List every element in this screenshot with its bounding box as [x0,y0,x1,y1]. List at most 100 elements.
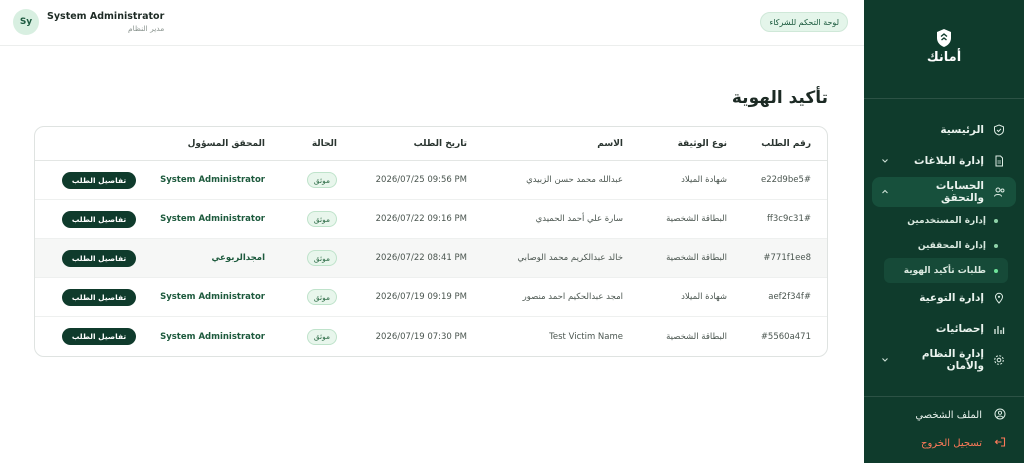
cell-date: 2026/07/22 08:41 PM [375,253,467,263]
page-title: تأكيد الهوية [731,88,828,108]
cell-action: تفاصيل الطلب [62,317,136,356]
avatar: Sy [13,9,39,35]
sidebar-item-profile[interactable]: الملف الشخصي [872,401,1016,429]
cell-doc-type: البطاقة الشخصية [666,331,727,342]
table-row: aef2f34f# شهادة الميلاد امجد عبدالحكيم ا… [35,278,827,317]
sidebar-item-system-security[interactable]: إدارة النظام والأمان [872,345,1016,375]
pin-icon [992,291,1006,305]
cell-name: Test Victim Name [549,331,623,342]
sidebar-subitem-label: إدارة المستخدمين [907,215,986,226]
sidebar-item-label: إدارة البلاغات [914,155,984,167]
header-status: الحالة [311,138,337,149]
cell-name: سارة علي أحمد الحميدي [535,214,623,224]
sidebar: أمانك الرئيسية إدارة البلاغات الحسابات و… [864,0,1024,463]
sidebar-item-label: الرئيسية [940,124,984,136]
shield-logo-icon [937,29,951,47]
cell-request-no: #771f1ee8 [763,253,811,263]
cell-status: موثق [306,239,337,277]
bullet-icon [994,243,998,248]
sidebar-item-awareness[interactable]: إدارة التوعية [872,283,1016,313]
status-badge: موثق [306,211,337,227]
logout-label: تسجيل الخروج [920,437,982,449]
document-icon [992,154,1006,168]
table-header: رقم الطلب نوع الوثيقة الاسم تاريخ الطلب … [35,127,827,161]
cell-verifier: System Administrator [160,175,265,185]
cell-status: موثق [306,200,337,238]
cell-doc-type: البطاقة الشخصية [666,253,727,263]
request-details-button[interactable]: تفاصيل الطلب [62,328,136,345]
cell-status: موثق [306,161,337,199]
cell-verifier: System Administrator [160,214,265,224]
sidebar-item-label: إحصائيات [935,323,984,335]
user-circle-icon [992,408,1006,422]
brand-name: أمانك [926,50,962,65]
sidebar-item-reports[interactable]: إدارة البلاغات [872,146,1016,176]
sidebar-subitem-label: إدارة المحققين [917,240,986,251]
sidebar-subitem-label: طلبات تأكيد الهوية [903,265,986,276]
table-row: #5560a471 البطاقة الشخصية Test Victim Na… [35,317,827,356]
sidebar-subitem-investigators[interactable]: إدارة المحققين [884,233,1008,258]
cell-doc-type: البطاقة الشخصية [666,214,727,224]
cell-name: امجد عبدالحكيم احمد منصور [522,292,623,302]
cell-date: 2026/07/19 07:30 PM [375,331,467,342]
bar-chart-icon [992,322,1006,336]
chevron-up-icon[interactable] [880,187,890,197]
sidebar-subitem-users[interactable]: إدارة المستخدمين [884,208,1008,233]
profile-label: الملف الشخصي [915,409,982,421]
cell-status: موثق [306,278,337,316]
cell-name: خالد عبدالكريم محمد الوصابي [517,253,623,263]
cell-request-no: e22d9be5# [760,175,811,185]
header-name: الاسم [597,138,623,149]
header-date: تاريخ الطلب [413,138,467,149]
table-row: e22d9be5# شهادة الميلاد عبدالله محمد حسن… [35,161,827,200]
sidebar-nav: الرئيسية إدارة البلاغات الحسابات والتحقق… [872,115,1016,376]
top-header: Sy System Administrator مدير النظام لوحة… [0,0,864,46]
cell-action: تفاصيل الطلب [62,278,136,316]
cell-doc-type: شهادة الميلاد [681,175,727,185]
bullet-icon [994,218,998,223]
gear-icon [992,353,1006,367]
cell-verifier: امجدالربوعي [211,253,265,263]
cell-request-no: ff3c9c31# [767,214,811,224]
request-details-button[interactable]: تفاصيل الطلب [62,171,136,189]
cell-name: عبدالله محمد حسن الزبيدي [526,175,623,185]
sidebar-footer: الملف الشخصي تسجيل الخروج [872,401,1016,457]
user-name: System Administrator [47,11,165,22]
cell-status: موثق [306,317,337,356]
cell-date: 2026/07/25 09:56 PM [375,175,467,185]
cell-request-no: #5560a471 [760,331,811,342]
sidebar-item-home[interactable]: الرئيسية [872,115,1016,145]
request-details-button[interactable]: تفاصيل الطلب [62,210,136,228]
sidebar-item-statistics[interactable]: إحصائيات [872,314,1016,344]
header-doc-type: نوع الوثيقة [677,138,727,149]
chevron-down-icon[interactable] [880,355,890,365]
request-details-button[interactable]: تفاصيل الطلب [62,249,136,267]
users-icon [992,185,1006,199]
status-badge: موثق [306,172,337,188]
user-menu[interactable]: Sy System Administrator مدير النظام [13,9,164,35]
chevron-down-icon[interactable] [880,156,890,166]
cell-verifier: System Administrator [160,331,265,342]
sidebar-item-accounts[interactable]: الحسابات والتحقق [872,177,1016,207]
sidebar-item-label: إدارة النظام والأمان [921,348,984,372]
logout-icon [992,436,1006,450]
request-details-button[interactable]: تفاصيل الطلب [62,288,136,306]
table-row: ff3c9c31# البطاقة الشخصية سارة علي أحمد … [35,200,827,239]
status-badge: موثق [306,289,337,305]
cell-date: 2026/07/22 09:16 PM [375,214,467,224]
status-badge: موثق [306,328,337,345]
cell-action: تفاصيل الطلب [62,161,136,199]
cell-request-no: aef2f34f# [768,292,811,302]
sidebar-item-label: الحسابات والتحقق [935,180,984,204]
shield-check-icon [992,123,1006,137]
partner-dashboard-button[interactable]: لوحة التحكم للشركاء [760,12,848,32]
app-logo[interactable]: أمانك [864,28,1024,65]
status-badge: موثق [306,250,337,266]
sidebar-item-logout[interactable]: تسجيل الخروج [872,429,1016,457]
header-request-no: رقم الطلب [761,138,811,149]
cell-doc-type: شهادة الميلاد [681,292,727,302]
user-role: مدير النظام [127,24,165,33]
cell-action: تفاصيل الطلب [62,200,136,238]
cell-action: تفاصيل الطلب [62,239,136,277]
sidebar-subitem-identity-requests[interactable]: طلبات تأكيد الهوية [884,258,1008,283]
